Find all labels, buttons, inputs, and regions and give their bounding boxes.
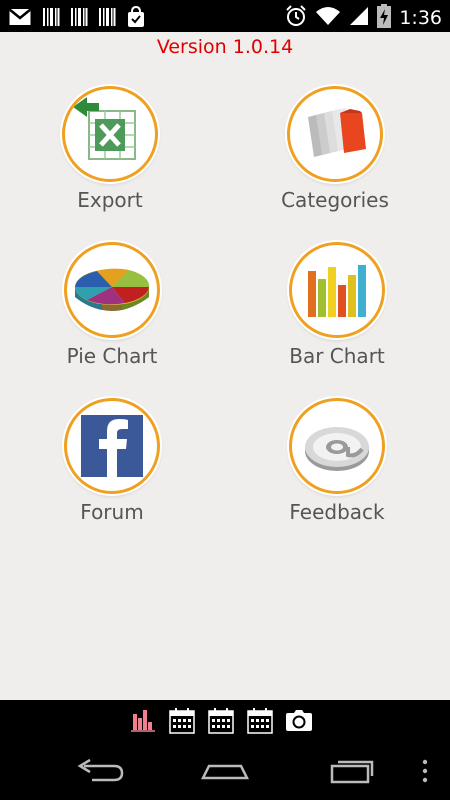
calendar-icon[interactable] (167, 706, 197, 736)
forum-label: Forum (80, 500, 144, 524)
toolbar-icon-row (128, 706, 314, 736)
bar-chart-icon[interactable] (289, 242, 385, 338)
bar-chart-label: Bar Chart (289, 344, 385, 368)
barcode-icon (42, 7, 60, 31)
gmail-icon (8, 7, 32, 31)
recent-apps-icon[interactable] (322, 756, 382, 786)
battery-charging-icon (377, 4, 392, 32)
camera-icon[interactable] (284, 706, 314, 736)
more-options-icon[interactable] (410, 756, 440, 786)
export-label: Export (77, 188, 143, 212)
version-label: Version 1.0.14 (156, 36, 294, 58)
navigation-bar (0, 742, 450, 800)
at-sign-icon[interactable] (289, 398, 385, 494)
forum-tile[interactable]: Forum (27, 398, 197, 538)
bar-chart-small-icon[interactable] (128, 706, 158, 736)
shopping-bag-icon (126, 5, 146, 32)
app-screen: 1:36 Version 1.0.14 Export Categories Pi… (0, 0, 450, 800)
categories-tile[interactable]: Categories (250, 86, 420, 226)
export-tile[interactable]: Export (25, 86, 195, 226)
signal-icon (349, 6, 369, 30)
feedback-label: Feedback (289, 500, 385, 524)
barcode-icon (98, 7, 116, 31)
bottom-toolbar (0, 700, 450, 742)
wifi-icon (315, 6, 341, 30)
pie-chart-tile[interactable]: Pie Chart (27, 242, 197, 382)
home-icon[interactable] (195, 756, 255, 786)
clock-time: 1:36 (399, 7, 442, 29)
notification-area (8, 5, 146, 32)
status-bar: 1:36 (0, 0, 450, 32)
barcode-icon (70, 7, 88, 31)
bar-chart-tile[interactable]: Bar Chart (252, 242, 422, 382)
pie-chart-label: Pie Chart (66, 344, 158, 368)
back-icon[interactable] (70, 756, 130, 786)
feedback-tile[interactable]: Feedback (252, 398, 422, 538)
pie-chart-icon[interactable] (64, 242, 160, 338)
excel-export-icon[interactable] (62, 86, 158, 182)
main-menu: Version 1.0.14 Export Categories Pie Cha… (0, 32, 450, 700)
folders-icon[interactable] (287, 86, 383, 182)
alarm-icon (285, 5, 307, 31)
calendar-icon[interactable] (206, 706, 236, 736)
facebook-icon[interactable] (64, 398, 160, 494)
system-status-area: 1:36 (285, 4, 442, 32)
calendar-icon[interactable] (245, 706, 275, 736)
categories-label: Categories (281, 188, 389, 212)
